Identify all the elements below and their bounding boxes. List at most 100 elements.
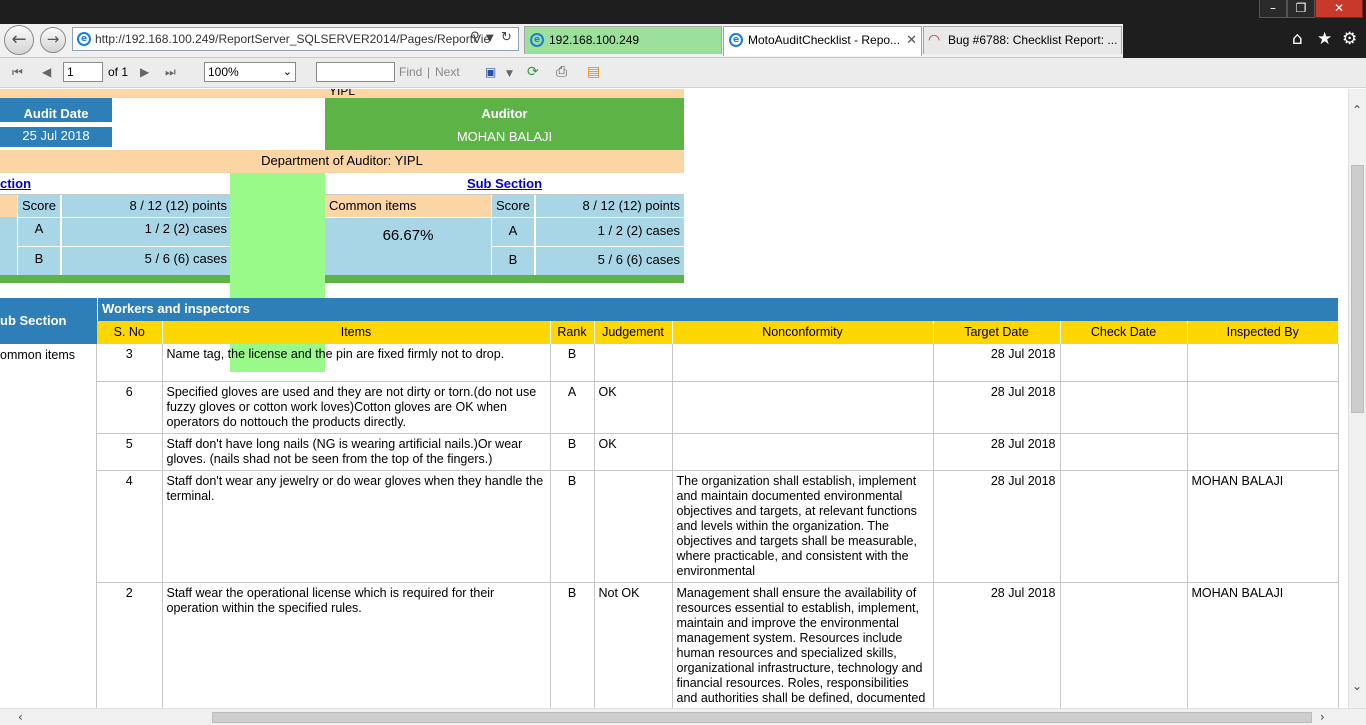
cell-inspected-by (1187, 344, 1339, 382)
tab-label: Bug #6788: Checklist Report: ... (948, 33, 1118, 47)
cell-target-date: 28 Jul 2018 (933, 381, 1061, 434)
print-icon[interactable]: ⎙ (556, 64, 567, 80)
vertical-scrollbar[interactable]: ⌃ ⌄ (1348, 89, 1366, 708)
page-number-input[interactable]: 1 (63, 62, 103, 82)
address-url: http://192.168.100.249/ReportServer_SQLS… (95, 32, 491, 46)
left-rank-b-cases: 5 / 6 (6) cases (61, 246, 230, 275)
cell-check-date (1060, 582, 1188, 708)
cell-nonconformity (672, 344, 934, 382)
department-of-auditor: Department of Auditor: YIPL (0, 150, 684, 173)
cell-judgement (594, 344, 673, 382)
column-header-target-date: Target Date (933, 321, 1061, 344)
audit-date-label: Audit Date (0, 98, 112, 122)
cell-target-date: 28 Jul 2018 (933, 470, 1061, 583)
settings-gear-icon[interactable]: ⚙ (1342, 29, 1357, 49)
left-section-name (0, 195, 17, 217)
close-window-button[interactable]: ✕ (1315, 0, 1363, 18)
previous-page-icon[interactable]: ◀ (42, 64, 51, 80)
home-icon[interactable]: ⌂ (1292, 29, 1303, 49)
find-input[interactable] (316, 62, 395, 82)
auditor-value: MOHAN BALAJI (325, 124, 684, 150)
left-rank-b: B (17, 246, 60, 275)
left-rank-a: A (17, 217, 60, 246)
cell-nonconformity (672, 433, 934, 471)
cell-judgement: OK (594, 433, 673, 471)
cell-nonconformity: Management shall ensure the availability… (672, 582, 934, 708)
checklist-table: S. No Items Rank Judgement Nonconformity… (97, 321, 1339, 708)
right-percent: 66.67% (325, 217, 491, 275)
left-score-value: 8 / 12 (12) points (61, 195, 230, 217)
horizontal-scrollbar[interactable]: ‹ › (0, 708, 1366, 725)
next-link[interactable]: Next (435, 64, 460, 80)
cell-check-date (1060, 433, 1188, 471)
export-save-icon[interactable]: ▣ (485, 64, 496, 80)
right-rank-b-cases: 5 / 6 (6) cases (535, 246, 684, 275)
scroll-up-icon[interactable]: ⌃ (1352, 103, 1362, 117)
maximize-button[interactable]: ❐ (1287, 0, 1315, 18)
tab-moto-audit-checklist[interactable]: e MotoAuditChecklist - Repo... ✕ (723, 26, 922, 56)
scroll-down-icon[interactable]: ⌄ (1352, 679, 1362, 693)
section-link[interactable]: ction (0, 176, 31, 191)
data-feed-icon[interactable]: ▤ (587, 64, 600, 80)
favorites-star-icon[interactable]: ★ (1317, 29, 1332, 49)
right-summary-footer (325, 275, 684, 283)
refresh-report-icon[interactable]: ⟳ (527, 64, 539, 80)
left-rank-a-cases: 1 / 2 (2) cases (61, 217, 230, 246)
last-page-icon[interactable]: ⏭ (165, 64, 176, 80)
next-page-icon[interactable]: ▶ (140, 64, 149, 80)
back-button[interactable]: ← (4, 25, 34, 55)
address-bar[interactable]: e http://192.168.100.249/ReportServer_SQ… (72, 27, 519, 51)
minimize-button[interactable]: – (1259, 0, 1287, 18)
sub-section-link[interactable]: Sub Section (467, 176, 542, 191)
section-header: ction (0, 173, 230, 195)
table-row: 3 Name tag, the license and the pin are … (97, 344, 1339, 382)
cell-nonconformity (672, 381, 934, 434)
tab-bug-6788[interactable]: ◠ Bug #6788: Checklist Report: ... (923, 26, 1122, 54)
cell-rank: A (550, 381, 595, 434)
vertical-scroll-thumb[interactable] (1351, 165, 1364, 413)
report-body: YIPL Audit Date 25 Jul 2018 Auditor MOHA… (0, 89, 1348, 708)
find-separator: | (427, 65, 431, 79)
table-row: 4 Staff don't wear any jewelry or do wea… (97, 470, 1339, 583)
left-summary-footer (0, 275, 230, 283)
find-link[interactable]: Find (399, 64, 422, 80)
search-icon[interactable]: ⚲ (470, 30, 480, 46)
refresh-icon[interactable]: ↻ (501, 30, 512, 46)
forward-arrow-icon: → (46, 30, 60, 48)
browser-chrome: ← → e http://192.168.100.249/ReportServe… (0, 24, 1366, 58)
zoom-select[interactable]: 100% ⌄ (204, 62, 296, 82)
cell-item: Staff don't have long nails (NG is weari… (162, 433, 551, 471)
top-label: YIPL (0, 89, 684, 98)
chevron-down-icon: ⌄ (282, 65, 292, 78)
cell-rank: B (550, 344, 595, 382)
cell-item: Name tag, the license and the pin are fi… (162, 344, 551, 382)
scroll-left-icon[interactable]: ‹ (18, 710, 23, 724)
column-header-sno: S. No (97, 321, 163, 344)
right-score-label: Score (491, 195, 534, 217)
close-tab-icon[interactable]: ✕ (906, 27, 917, 54)
column-header-rank: Rank (550, 321, 595, 344)
cell-sno: 5 (97, 433, 163, 471)
sub-section-header: Sub Section (325, 173, 684, 195)
cell-rank: B (550, 470, 595, 583)
bug-tracker-icon: ◠ (928, 32, 941, 48)
zoom-value: 100% (208, 65, 239, 79)
left-score-label: Score (17, 195, 60, 217)
tab-server[interactable]: e 192.168.100.249 (524, 26, 722, 54)
column-header-inspected-by: Inspected By (1226, 325, 1299, 339)
table-row: 6 Specified gloves are used and they are… (97, 381, 1339, 434)
scroll-right-icon[interactable]: › (1320, 710, 1325, 724)
horizontal-scroll-thumb[interactable] (212, 712, 1312, 723)
first-page-icon[interactable]: ⏮ (12, 64, 23, 80)
export-dropdown-icon[interactable]: ▼ (506, 66, 513, 82)
cell-item: Staff wear the operational license which… (162, 582, 551, 708)
cell-rank: B (550, 582, 595, 708)
forward-button[interactable]: → (40, 27, 66, 53)
right-rank-a-cases: 1 / 2 (2) cases (535, 217, 684, 246)
cell-check-date (1060, 470, 1188, 583)
right-rank-a: A (491, 217, 534, 246)
dropdown-arrow-icon[interactable]: ▼ (486, 31, 494, 47)
auditor-label: Auditor (325, 98, 684, 124)
cell-target-date: 28 Jul 2018 (933, 433, 1061, 471)
cell-judgement: OK (594, 381, 673, 434)
